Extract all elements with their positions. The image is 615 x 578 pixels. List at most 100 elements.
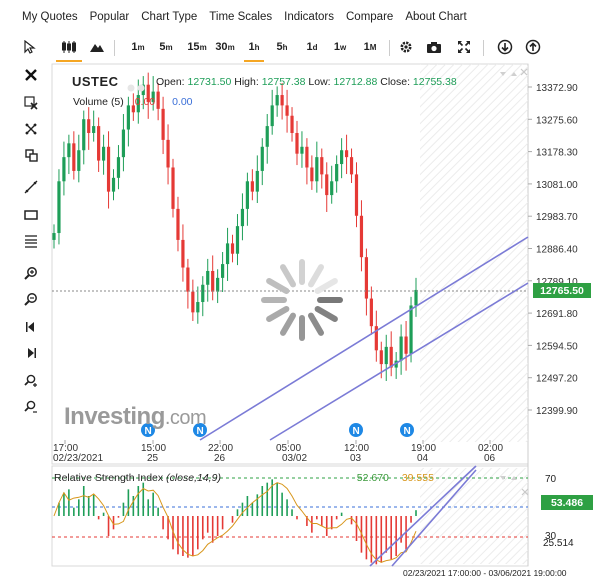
candle-body: [92, 126, 96, 133]
candles: [52, 72, 418, 382]
candle-body: [280, 95, 284, 106]
rsi-title: Relative Strength Index: [54, 472, 164, 484]
ohlc-readout: Open: 12731.50 High: 12757.38 Low: 12712…: [156, 76, 457, 88]
candle-body: [186, 267, 190, 292]
candle-body: [97, 126, 101, 161]
candle-body: [211, 270, 215, 292]
candle-body: [325, 174, 329, 196]
candle-body: [87, 119, 91, 133]
candle-body: [285, 105, 289, 116]
candle-body: [369, 298, 373, 327]
date-axis-label: 03/02: [282, 453, 307, 464]
candle-body: [77, 150, 81, 171]
candle-body: [166, 139, 170, 168]
close-label: Close:: [380, 76, 410, 88]
price-axis-label: 12594.50: [536, 341, 578, 352]
candle-body: [111, 177, 116, 192]
candle-body: [121, 129, 126, 158]
time-axis: 17:0002/23/202115:002522:002605:0003/021…: [53, 440, 503, 464]
candle-body: [106, 146, 111, 192]
date-axis-label: 06: [484, 453, 496, 464]
candle-body: [176, 208, 180, 240]
candle-body: [62, 157, 66, 182]
news-marker-letter: N: [404, 426, 411, 437]
rsi-signal-value: 39.555: [401, 472, 434, 484]
volume-label: Volume (5): [73, 96, 124, 108]
candle-body: [250, 181, 254, 192]
rsi-current-tag: 53.486: [541, 495, 593, 510]
rsi-header: Relative Strength Index (close,14,9) 52.…: [54, 472, 434, 484]
candle-body: [359, 215, 364, 258]
price-axis-label: 13178.30: [536, 148, 578, 159]
price-axis-label: 12886.40: [536, 245, 578, 256]
price-axis-label: 12399.90: [536, 406, 578, 417]
candle-body: [399, 336, 403, 361]
candle-body: [354, 174, 359, 216]
spinner-segment: [280, 264, 296, 288]
candle-body: [230, 243, 235, 254]
candle-body: [235, 226, 240, 254]
candle-body: [344, 150, 349, 158]
date-axis-label: 25: [147, 453, 159, 464]
candle-body: [196, 302, 200, 313]
news-marker-letter: N: [353, 426, 360, 437]
low-label: Low:: [308, 76, 331, 88]
candle-body: [191, 291, 195, 313]
spinner-segment: [308, 312, 324, 336]
rsi-level-label-70: 70: [545, 474, 557, 485]
candle-body: [265, 126, 269, 147]
spinner-segment: [266, 306, 290, 322]
candle-body: [206, 270, 210, 285]
volume-readout: Volume (5) 0.00 0.00: [73, 96, 193, 108]
news-marker[interactable]: N: [400, 423, 414, 437]
candle-body: [171, 167, 175, 209]
price-axis-label: 13372.90: [536, 83, 578, 94]
candle-body: [310, 167, 314, 182]
candle-body: [201, 284, 205, 303]
candle-body: [245, 181, 249, 209]
price-axis-label: 12983.70: [536, 212, 578, 223]
candle-body: [221, 264, 225, 278]
low-value: 12712.88: [333, 76, 378, 88]
candle-body: [414, 289, 418, 306]
candle-body: [315, 157, 319, 182]
candle-body: [349, 157, 354, 175]
price-axis-label: 13275.60: [536, 115, 578, 126]
candle-body: [216, 277, 220, 292]
candle-body: [260, 146, 264, 171]
candle-body: [404, 336, 408, 354]
volume-value-down: 0.00: [134, 96, 156, 108]
investing-logo: Investing.com: [64, 403, 207, 431]
spinner-segment: [314, 306, 338, 322]
candle-body: [116, 157, 121, 178]
candle-body: [255, 170, 259, 192]
spinner-segment: [266, 278, 290, 294]
logo-main: Investing: [64, 403, 165, 430]
candle-body: [67, 143, 71, 158]
open-label: Open:: [156, 76, 185, 88]
future-area: [420, 64, 528, 442]
open-value: 12731.50: [187, 76, 232, 88]
news-marker[interactable]: N: [349, 423, 363, 437]
candle-body: [290, 115, 294, 133]
candle-body: [240, 208, 245, 227]
candle-body: [409, 305, 413, 354]
candle-body: [335, 164, 339, 182]
candle-body: [225, 243, 230, 265]
candle-body: [101, 146, 106, 161]
candle-body: [330, 181, 334, 196]
rsi-low-label: 25.514: [543, 538, 574, 549]
loading-spinner-icon: [261, 259, 343, 341]
price-axis-label: 13081.00: [536, 180, 578, 191]
symbol-settings-icon[interactable]: [127, 79, 151, 97]
candle-body: [275, 95, 279, 106]
high-label: High:: [234, 76, 259, 88]
rsi-value: 52.670: [356, 472, 389, 484]
candle-body: [52, 233, 56, 240]
candle-body: [364, 257, 369, 299]
candle-body: [305, 146, 309, 168]
spinner-segment: [308, 264, 324, 288]
candle-body: [72, 143, 76, 171]
candle-body: [389, 346, 393, 368]
close-value: 12755.38: [412, 76, 457, 88]
